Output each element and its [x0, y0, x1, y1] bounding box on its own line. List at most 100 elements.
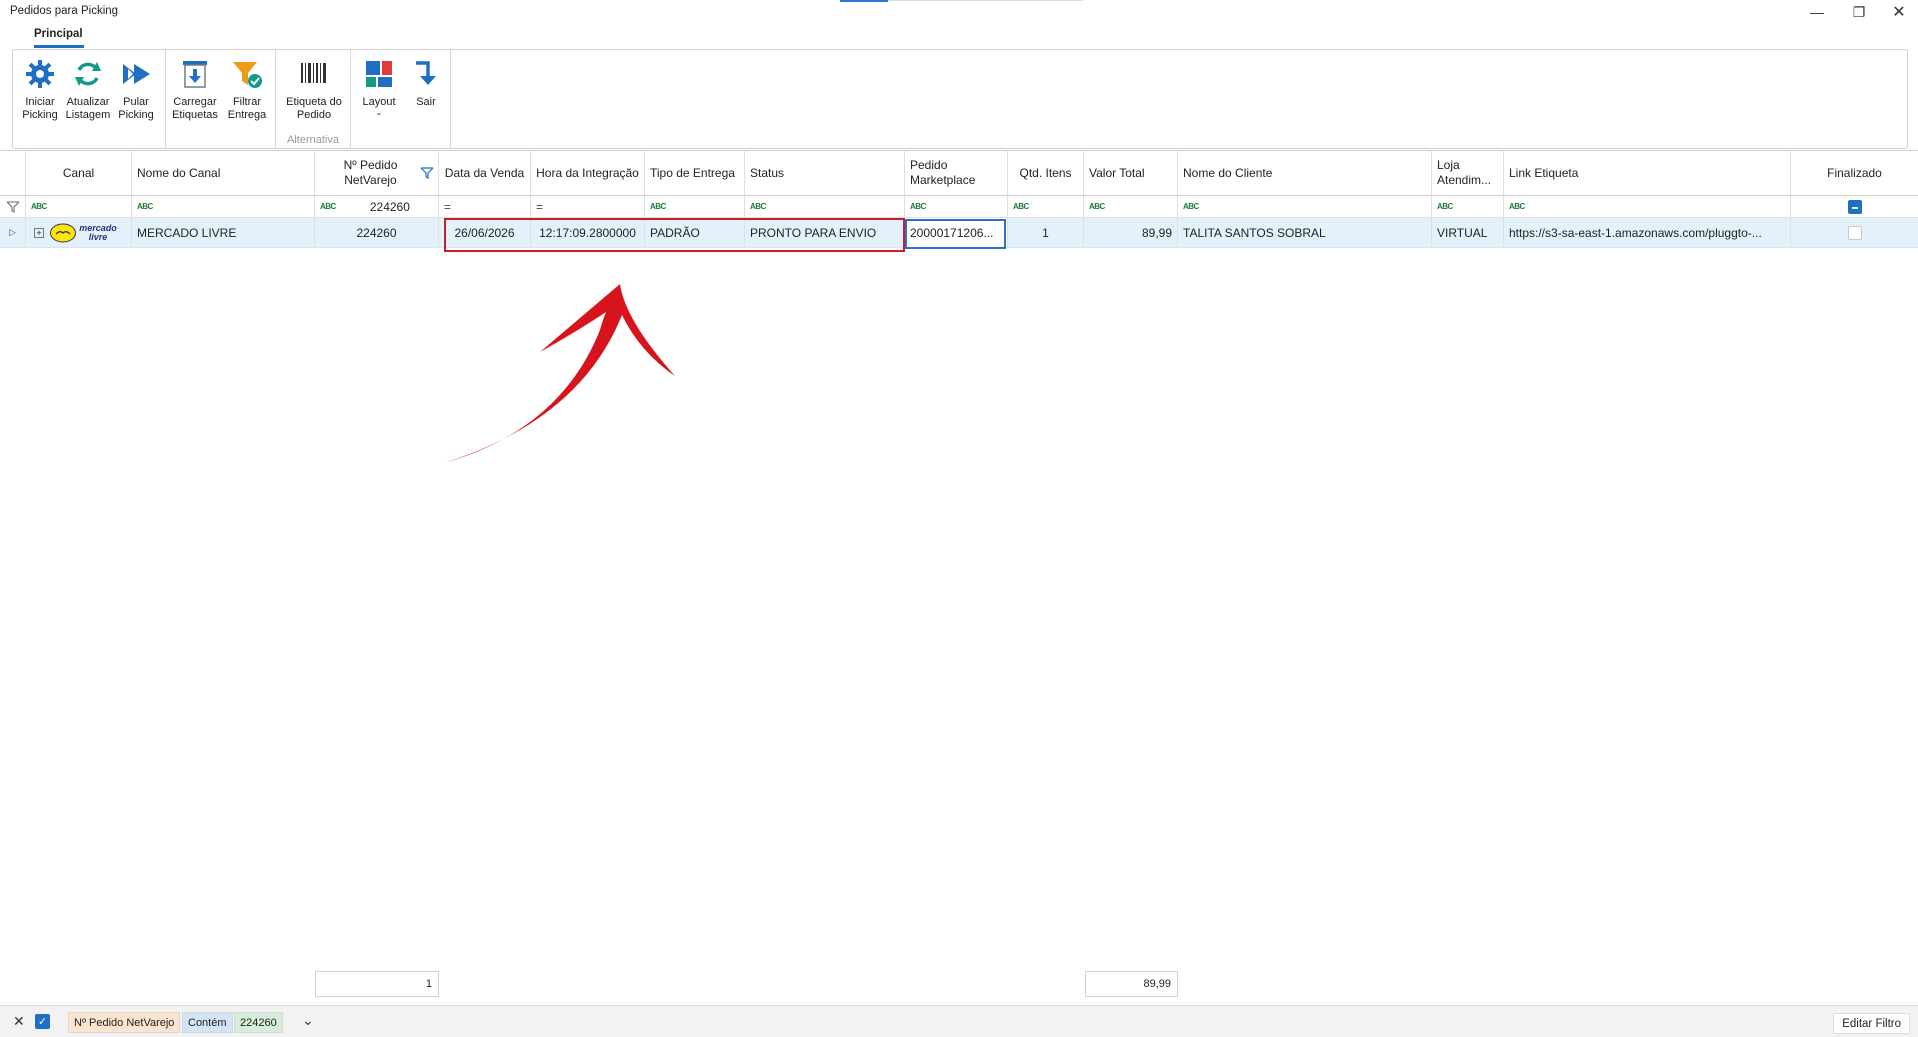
abc-icon: ABC — [650, 202, 666, 211]
col-pedido-netvarejo-label: Nº Pedido NetVarejo — [343, 158, 398, 187]
layout-icon — [366, 61, 392, 87]
summary-count: 1 — [315, 971, 439, 997]
col-status[interactable]: Status — [745, 151, 905, 195]
filter-operator-tag[interactable]: Contém — [182, 1012, 233, 1033]
col-nome-canal[interactable]: Nome do Canal — [132, 151, 315, 195]
filter-qtd-itens[interactable]: ABC — [1008, 196, 1084, 217]
cell-qtd-itens: 1 — [1008, 218, 1084, 247]
col-hora-integracao[interactable]: Hora da Integração — [531, 151, 645, 195]
refresh-icon — [75, 62, 101, 86]
edit-filter-button[interactable]: Editar Filtro — [1833, 1013, 1910, 1034]
group-layout: Layout ⌄ Sair — [351, 50, 451, 148]
filter-nome-canal[interactable]: ABC — [132, 196, 315, 217]
orders-grid: Canal Nome do Canal Nº Pedido NetVarejo … — [0, 150, 1918, 963]
cell-canal: + mercado livre — [26, 218, 132, 247]
filtrar-entrega-button[interactable]: Filtrar Entrega — [224, 58, 270, 122]
filter-field-tag[interactable]: Nº Pedido NetVarejo — [68, 1012, 181, 1033]
filter-hora-integracao[interactable]: = — [531, 196, 645, 217]
abc-icon: ABC — [137, 202, 153, 211]
col-loja[interactable]: Loja Atendim... — [1432, 151, 1504, 195]
abc-icon: ABC — [1089, 202, 1105, 211]
sair-label: Sair — [416, 96, 436, 108]
col-data-venda[interactable]: Data da Venda — [439, 151, 531, 195]
cell-link-etiqueta[interactable]: https://s3-sa-east-1.amazonaws.com/plugg… — [1504, 218, 1791, 247]
filter-pedido-value: 224260 — [369, 199, 410, 214]
clear-filter-icon[interactable]: ✕ — [13, 1013, 25, 1030]
atualizar-listagem-button[interactable]: Atualizar Listagem — [65, 58, 111, 122]
indeterminate-checkbox[interactable] — [1847, 199, 1862, 214]
col-pedido-netvarejo[interactable]: Nº Pedido NetVarejo — [315, 151, 439, 195]
summary-total: 89,99 — [1085, 971, 1178, 997]
filter-pedido-marketplace[interactable]: ABC — [905, 196, 1008, 217]
filtrar-entrega-label: Filtrar Entrega — [227, 96, 267, 121]
col-finalizado[interactable]: Finalizado — [1791, 151, 1918, 195]
col-pedido-marketplace[interactable]: Pedido Marketplace — [905, 151, 1008, 195]
filter-loja[interactable]: ABC — [1432, 196, 1504, 217]
filter-status[interactable]: ABC — [745, 196, 905, 217]
carregar-etiquetas-button[interactable]: Carregar Etiquetas — [172, 58, 218, 122]
filter-canal[interactable]: ABC — [26, 196, 132, 217]
focused-cell-outline — [905, 219, 1006, 249]
abc-icon: ABC — [1509, 202, 1525, 211]
filter-tipo-entrega[interactable]: ABC — [645, 196, 745, 217]
gear-icon — [26, 60, 54, 88]
title-bar: Pedidos para Picking — ❐ ✕ — [0, 0, 1918, 24]
col-tipo-entrega[interactable]: Tipo de Entrega — [645, 151, 745, 195]
abc-icon: ABC — [750, 202, 766, 211]
abc-icon: ABC — [1183, 202, 1199, 211]
row-expand-icon[interactable]: ▷ — [0, 218, 26, 247]
carregar-etiquetas-label: Carregar Etiquetas — [172, 96, 218, 121]
cell-nome-cliente: TALITA SANTOS SOBRAL — [1178, 218, 1432, 247]
pular-picking-button[interactable]: Pular Picking — [113, 58, 159, 122]
cell-valor-total: 89,99 — [1084, 218, 1178, 247]
filter-row: ABC ABC ABC 224260 = = ABC ABC ABC ABC AB… — [0, 196, 1918, 218]
red-arrow-annotation — [444, 284, 675, 463]
cell-loja: VIRTUAL — [1432, 218, 1504, 247]
col-qtd-itens[interactable]: Qtd. Itens — [1008, 151, 1084, 195]
abc-icon: ABC — [910, 202, 926, 211]
filter-check-icon — [233, 62, 262, 88]
handshake-logo-icon — [50, 223, 76, 242]
column-filter-icon[interactable] — [421, 167, 433, 179]
detail-expand-icon[interactable]: + — [34, 227, 44, 238]
minimize-button[interactable]: — — [1796, 0, 1838, 24]
etiqueta-pedido-button[interactable]: Etiqueta do Pedido — [284, 58, 344, 122]
filter-finalizado[interactable] — [1791, 196, 1918, 217]
equals-icon: = — [444, 199, 452, 214]
atualizar-listagem-label: Atualizar Listagem — [65, 96, 111, 121]
cell-finalizado — [1791, 218, 1918, 247]
abc-icon: ABC — [31, 202, 47, 211]
layout-button[interactable]: Layout ⌄ — [356, 58, 402, 117]
iniciar-picking-button[interactable]: Iniciar Picking — [17, 58, 63, 122]
col-link-etiqueta[interactable]: Link Etiqueta — [1504, 151, 1791, 195]
filter-history-chevron-icon[interactable]: ⌄ — [302, 1012, 314, 1029]
tab-principal[interactable]: Principal — [34, 28, 83, 40]
filter-pedido-netvarejo[interactable]: ABC 224260 — [315, 196, 439, 217]
group-picking: Iniciar Picking Atualizar Listagem Pular… — [13, 50, 166, 148]
filter-nome-cliente[interactable]: ABC — [1178, 196, 1432, 217]
group-alternativa: Etiqueta do Pedido Alternativa — [276, 50, 351, 148]
filter-value-tag[interactable]: 224260 — [234, 1012, 283, 1033]
chevron-down-icon: ⌄ — [375, 108, 383, 117]
filter-enabled-checkbox[interactable]: ✓ — [35, 1014, 50, 1029]
etiqueta-pedido-label: Etiqueta do Pedido — [286, 96, 342, 121]
filter-data-venda[interactable]: = — [439, 196, 531, 217]
close-window-button[interactable]: ✕ — [1878, 0, 1918, 24]
group-etiquetas: Carregar Etiquetas Filtrar Entrega — [166, 50, 276, 148]
finalizado-checkbox[interactable] — [1847, 225, 1862, 240]
ribbon-tabs: Principal — [0, 24, 1918, 48]
col-canal[interactable]: Canal — [26, 151, 132, 195]
col-valor-total[interactable]: Valor Total — [1084, 151, 1178, 195]
title-accent — [840, 0, 888, 2]
filter-valor-total[interactable]: ABC — [1084, 196, 1178, 217]
cell-pedido-netvarejo: 224260 — [315, 218, 439, 247]
iniciar-picking-label: Iniciar Picking — [22, 96, 58, 121]
filter-link-etiqueta[interactable]: ABC — [1504, 196, 1791, 217]
barcode-icon — [301, 63, 326, 83]
restore-button[interactable]: ❐ — [1838, 0, 1880, 24]
abc-icon: ABC — [320, 202, 336, 211]
filter-status-bar: ✕ ✓ Nº Pedido NetVarejo Contém 224260 ⌄ … — [0, 1005, 1918, 1037]
ribbon: Iniciar Picking Atualizar Listagem Pular… — [12, 49, 1908, 149]
sair-button[interactable]: Sair — [403, 58, 449, 109]
col-nome-cliente[interactable]: Nome do Cliente — [1178, 151, 1432, 195]
